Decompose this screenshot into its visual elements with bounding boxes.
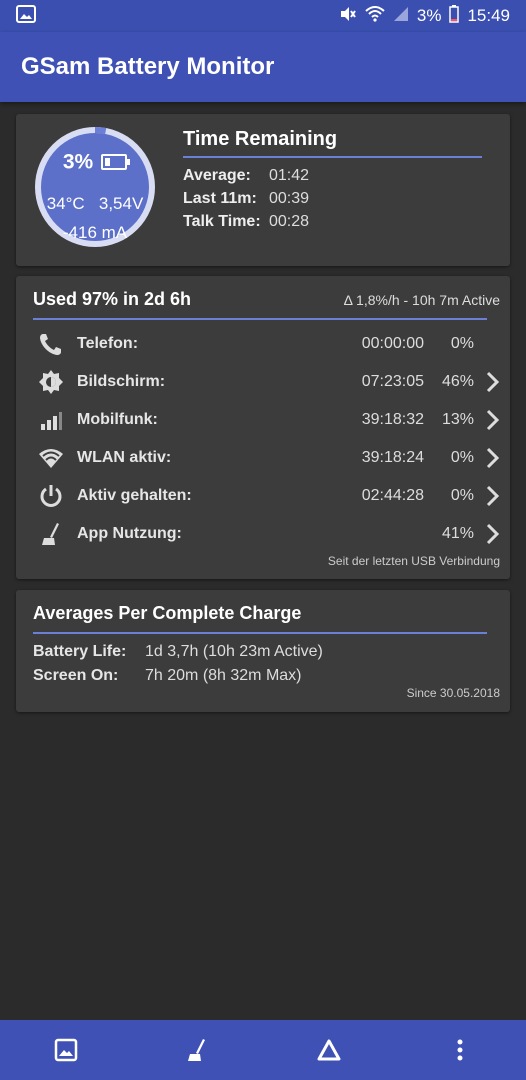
app-bar: GSam Battery Monitor [0,32,526,102]
mute-icon [339,5,357,28]
battery-voltage: 3,54V [98,194,144,213]
time-remaining-title: Time Remaining [183,128,338,150]
battery-current: -416 mA [62,223,128,242]
broom-icon [188,1039,206,1061]
power-icon [38,483,64,509]
bottom-navigation [0,1020,526,1080]
status-battery-pct: 3% [416,6,442,25]
chevron-right-icon [486,371,500,393]
signal-icon [38,407,64,433]
status-bar: 3% 15:49 [0,0,526,32]
row-value: 00:39 [269,189,310,207]
usage-rate: Δ 1,8%/h - 10h 7m Active [343,292,500,308]
averages-card[interactable]: Averages Per Complete Charge Battery Lif… [16,590,510,712]
usage-row-app-nutzung[interactable]: App Nutzung: 41% [16,515,510,553]
usage-row-bildschirm[interactable]: Bildschirm: 07:23:05 46% [16,363,510,401]
usage-name: Mobilfunk: [77,411,158,428]
battery-status-icon [449,4,460,28]
usage-name: Aktiv gehalten: [77,487,192,504]
time-remaining-row: Talk Time: 00:28 [183,210,309,233]
more-vert-icon [457,1039,463,1061]
app-title: GSam Battery Monitor [21,53,275,80]
divider [183,156,482,158]
brightness-icon [38,369,64,395]
averages-title: Averages Per Complete Charge [33,603,302,623]
usage-pct: 0% [450,487,474,504]
row-label: Average: [183,166,251,184]
row-value: 1d 3,7h (10h 23m Active) [145,643,323,660]
row-label: Last 11m: [183,189,257,207]
wifi-status-icon [365,5,385,27]
usage-row-mobilfunk[interactable]: Mobilfunk: 39:18:32 13% [16,401,510,439]
signal-status-icon [393,6,409,27]
usage-name: App Nutzung: [77,525,182,542]
row-value: 7h 20m (8h 32m Max) [145,667,302,684]
usage-name: WLAN aktiv: [77,449,172,466]
usage-row-telefon[interactable]: Telefon: 00:00:00 0% [16,325,510,363]
usage-name: Telefon: [77,335,139,352]
row-label: Talk Time: [183,212,261,230]
usage-row-wlan[interactable]: WLAN aktiv: 39:18:24 0% [16,439,510,477]
usage-pct: 0% [450,449,474,466]
more-options-button[interactable] [440,1030,480,1070]
usage-time: 07:23:05 [361,373,424,390]
app-usage-button[interactable] [177,1030,217,1070]
averages-list: Battery Life: 1d 3,7h (10h 23m Active) S… [33,640,323,688]
row-label: Battery Life: [33,643,127,660]
chevron-right-icon [486,409,500,431]
battery-percent: 3% [62,150,94,174]
usage-name: Bildschirm: [77,373,166,390]
gauge-readout: 3% 34°C 3,54V -416 mA [32,124,158,250]
image-button[interactable] [46,1030,86,1070]
row-value: 00:28 [269,212,310,230]
usage-title: Used 97% in 2d 6h [33,289,192,309]
usage-footer: Seit der letzten USB Verbindung [327,554,500,568]
averages-footer: Since 30.05.2018 [406,686,500,700]
usage-card: Used 97% in 2d 6h Δ 1,8%/h - 10h 7m Acti… [16,276,510,579]
usage-pct: 0% [450,335,474,352]
time-remaining-row: Average: 01:42 [183,164,309,187]
divider [33,318,487,320]
usage-pct: 41% [441,525,474,542]
usage-pct: 13% [441,411,474,428]
chevron-right-icon [486,485,500,507]
row-label: Screen On: [33,667,119,684]
usage-time: 02:44:28 [361,487,424,504]
delta-icon [317,1039,341,1061]
image-notification-icon [16,4,36,28]
averages-row: Screen On: 7h 20m (8h 32m Max) [33,664,323,688]
status-time: 15:49 [467,6,510,25]
broom-icon [38,521,64,547]
chevron-right-icon [486,523,500,545]
averages-row: Battery Life: 1d 3,7h (10h 23m Active) [33,640,323,664]
battery-temperature: 34°C [46,194,85,213]
usage-time: 39:18:32 [361,411,424,428]
usage-pct: 46% [441,373,474,390]
delta-button[interactable] [309,1030,349,1070]
wifi-icon [38,445,64,471]
chevron-right-icon [486,447,500,469]
usage-row-aktiv-gehalten[interactable]: Aktiv gehalten: 02:44:28 0% [16,477,510,515]
time-remaining-card[interactable]: 3% 34°C 3,54V -416 mA Time Remaining Ave… [16,114,510,266]
phone-icon [38,331,64,357]
usage-time: 00:00:00 [361,335,424,352]
image-icon [54,1038,77,1062]
divider [33,632,487,634]
usage-time: 39:18:24 [361,449,424,466]
row-value: 01:42 [269,166,310,184]
time-remaining-row: Last 11m: 00:39 [183,187,309,210]
battery-icon [101,154,131,171]
time-remaining-list: Average: 01:42 Last 11m: 00:39 Talk Time… [183,164,309,233]
